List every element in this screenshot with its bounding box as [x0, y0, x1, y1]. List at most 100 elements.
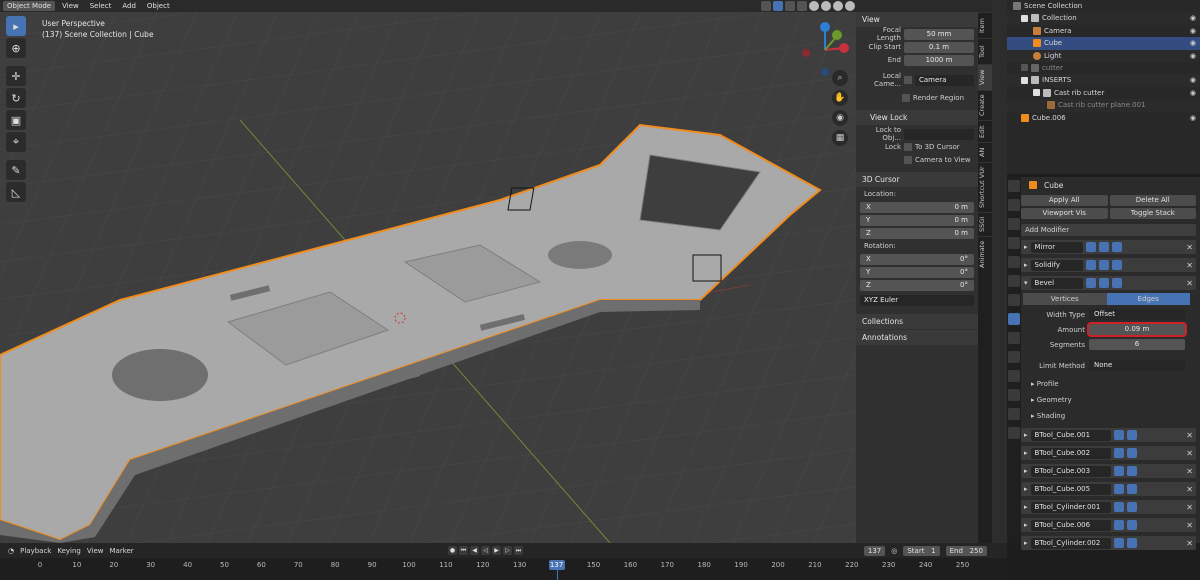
- scene-tab-icon[interactable]: [1008, 256, 1020, 268]
- viewport-toggle-icon[interactable]: [1113, 430, 1124, 440]
- outliner-row-cube006[interactable]: Cube.006 ◉: [1007, 112, 1200, 124]
- checkbox-icon[interactable]: [1033, 89, 1040, 97]
- cursor-loc-x[interactable]: 0 m: [955, 202, 969, 213]
- cursor-rot-y-row[interactable]: Y 0°: [856, 266, 978, 278]
- jump-start-icon[interactable]: ⏮: [459, 546, 468, 555]
- cursor-rot-z[interactable]: 0°: [960, 280, 968, 291]
- select-tool-icon[interactable]: ▸: [6, 16, 26, 36]
- clip-end-field[interactable]: 1000 m: [904, 54, 974, 66]
- particles-tab-icon[interactable]: [1008, 332, 1020, 344]
- amount-field[interactable]: 0.09 m: [1087, 322, 1187, 337]
- modifier-name[interactable]: Mirror: [1030, 241, 1083, 253]
- focal-length-field[interactable]: 50 mm: [904, 28, 974, 40]
- expand-arrow-icon[interactable]: ▸: [1024, 261, 1028, 269]
- tab-animate[interactable]: Animate: [978, 236, 992, 272]
- wireframe-shading-icon[interactable]: [809, 1, 819, 11]
- tool-tab-icon[interactable]: [1008, 180, 1020, 192]
- modifier-solidify[interactable]: ▸ Solidify ✕: [1021, 258, 1196, 272]
- edges-tab[interactable]: Edges: [1106, 293, 1190, 305]
- move-tool-icon[interactable]: ✛: [6, 66, 26, 86]
- cursor-rot-z-row[interactable]: Z 0°: [856, 279, 978, 291]
- rendered-shading-icon[interactable]: [845, 1, 855, 11]
- expand-arrow-icon[interactable]: ▸: [1024, 449, 1028, 457]
- vertices-tab[interactable]: Vertices: [1023, 293, 1107, 305]
- profile-subpanel[interactable]: ▸ Profile: [1021, 376, 1200, 392]
- gizmo-toggle-icon[interactable]: [773, 1, 783, 11]
- annotations-header[interactable]: Annotations: [856, 330, 978, 345]
- render-toggle-icon[interactable]: [1126, 502, 1137, 512]
- transform-tool-icon[interactable]: ⌖: [6, 132, 26, 152]
- world-tab-icon[interactable]: [1008, 275, 1020, 287]
- current-frame-field[interactable]: 137: [863, 545, 886, 556]
- outliner-row-cube[interactable]: Cube ◉: [1007, 37, 1200, 50]
- physics-tab-icon[interactable]: [1008, 351, 1020, 363]
- toggle-stack-button[interactable]: Toggle Stack: [1109, 208, 1196, 219]
- local-camera-field[interactable]: Camera: [915, 74, 974, 86]
- tab-shortcut[interactable]: Shortcut VUr: [978, 162, 992, 212]
- mode-selector[interactable]: Object Mode: [3, 1, 56, 11]
- playhead[interactable]: 137: [548, 560, 565, 570]
- outliner-row-collection[interactable]: Collection ◉: [1007, 12, 1200, 25]
- shading-subpanel[interactable]: ▸ Shading: [1021, 408, 1200, 424]
- expand-arrow-icon[interactable]: ▸: [1024, 539, 1028, 547]
- expand-arrow-icon[interactable]: ▸: [1024, 431, 1028, 439]
- data-tab-icon[interactable]: [1008, 389, 1020, 401]
- material-shading-icon[interactable]: [833, 1, 843, 11]
- output-tab-icon[interactable]: [1008, 218, 1020, 230]
- auto-keying-icon[interactable]: ◎: [891, 547, 897, 555]
- close-icon[interactable]: ✕: [1186, 485, 1193, 494]
- viewport-toggle-icon[interactable]: [1113, 466, 1124, 476]
- close-icon[interactable]: ✕: [1186, 539, 1193, 548]
- scale-tool-icon[interactable]: ▣: [6, 110, 26, 130]
- play-reverse-icon[interactable]: ◁: [481, 546, 490, 555]
- close-icon[interactable]: ✕: [1186, 431, 1193, 440]
- modifier-bevel[interactable]: ▾ Bevel ✕: [1021, 276, 1196, 290]
- modifier-name[interactable]: BTool_Cube.002: [1030, 447, 1111, 459]
- cursor-loc-y[interactable]: 0 m: [955, 215, 969, 226]
- outliner-row-cast-rib-cutter[interactable]: Cast rib cutter ◉: [1007, 87, 1200, 99]
- editmode-toggle-icon[interactable]: [1085, 242, 1096, 252]
- view-section-header[interactable]: View: [856, 12, 978, 27]
- modifier-name[interactable]: BTool_Cylinder.001: [1030, 501, 1111, 513]
- modifier-boolean[interactable]: ▸ BTool_Cylinder.001 ✕: [1021, 500, 1196, 514]
- tab-edit[interactable]: Edit: [978, 120, 992, 142]
- render-region-checkbox[interactable]: Render Region: [901, 94, 964, 102]
- expand-arrow-icon[interactable]: ▸: [1024, 467, 1028, 475]
- close-icon[interactable]: ✕: [1186, 261, 1193, 270]
- render-toggle-icon[interactable]: [1111, 242, 1122, 252]
- eye-icon[interactable]: ◉: [1190, 12, 1196, 24]
- eye-icon[interactable]: ◉: [1190, 37, 1196, 49]
- checkbox-icon[interactable]: [1021, 76, 1028, 84]
- viewport-toggle-icon[interactable]: [1113, 520, 1124, 530]
- collapse-arrow-icon[interactable]: ▾: [1024, 279, 1028, 287]
- render-toggle-icon[interactable]: [1126, 538, 1137, 548]
- ortho-grid-icon[interactable]: ▦: [832, 130, 848, 146]
- cursor-loc-y-row[interactable]: Y0 m: [856, 214, 978, 226]
- cursor-loc-z-row[interactable]: Z0 m: [856, 227, 978, 239]
- modifier-boolean[interactable]: ▸ BTool_Cube.006 ✕: [1021, 518, 1196, 532]
- viewport-toggle-icon[interactable]: [1113, 502, 1124, 512]
- modifier-boolean[interactable]: ▸ BTool_Cylinder.002 ✕: [1021, 536, 1196, 550]
- render-toggle-icon[interactable]: [1126, 430, 1137, 440]
- viewport-toggle-icon[interactable]: [1113, 448, 1124, 458]
- delete-all-button[interactable]: Delete All: [1109, 195, 1196, 206]
- material-tab-icon[interactable]: [1008, 408, 1020, 420]
- cursor-rot-y[interactable]: 0°: [960, 267, 968, 278]
- checkbox-icon[interactable]: [1021, 64, 1028, 72]
- collections-header[interactable]: Collections: [856, 314, 978, 329]
- clip-start-field[interactable]: 0.1 m: [904, 41, 974, 53]
- tab-create[interactable]: Create: [978, 90, 992, 120]
- lock-object-field[interactable]: [904, 128, 974, 140]
- close-icon[interactable]: ✕: [1186, 449, 1193, 458]
- pan-hand-icon[interactable]: ✋: [832, 90, 848, 106]
- cursor-rot-x-row[interactable]: X 0°: [856, 253, 978, 265]
- outliner-row-camera[interactable]: Camera ◉: [1007, 25, 1200, 37]
- modifier-boolean[interactable]: ▸ BTool_Cube.003 ✕: [1021, 464, 1196, 478]
- outliner-row-cutter[interactable]: cutter: [1007, 62, 1200, 74]
- end-frame-field[interactable]: End 250: [945, 545, 987, 556]
- eye-icon[interactable]: ◉: [1190, 50, 1196, 62]
- close-icon[interactable]: ✕: [1186, 279, 1193, 288]
- menu-select[interactable]: Select: [86, 1, 116, 11]
- camera-view-icon[interactable]: ◉: [832, 110, 848, 126]
- menu-marker[interactable]: Marker: [109, 547, 133, 555]
